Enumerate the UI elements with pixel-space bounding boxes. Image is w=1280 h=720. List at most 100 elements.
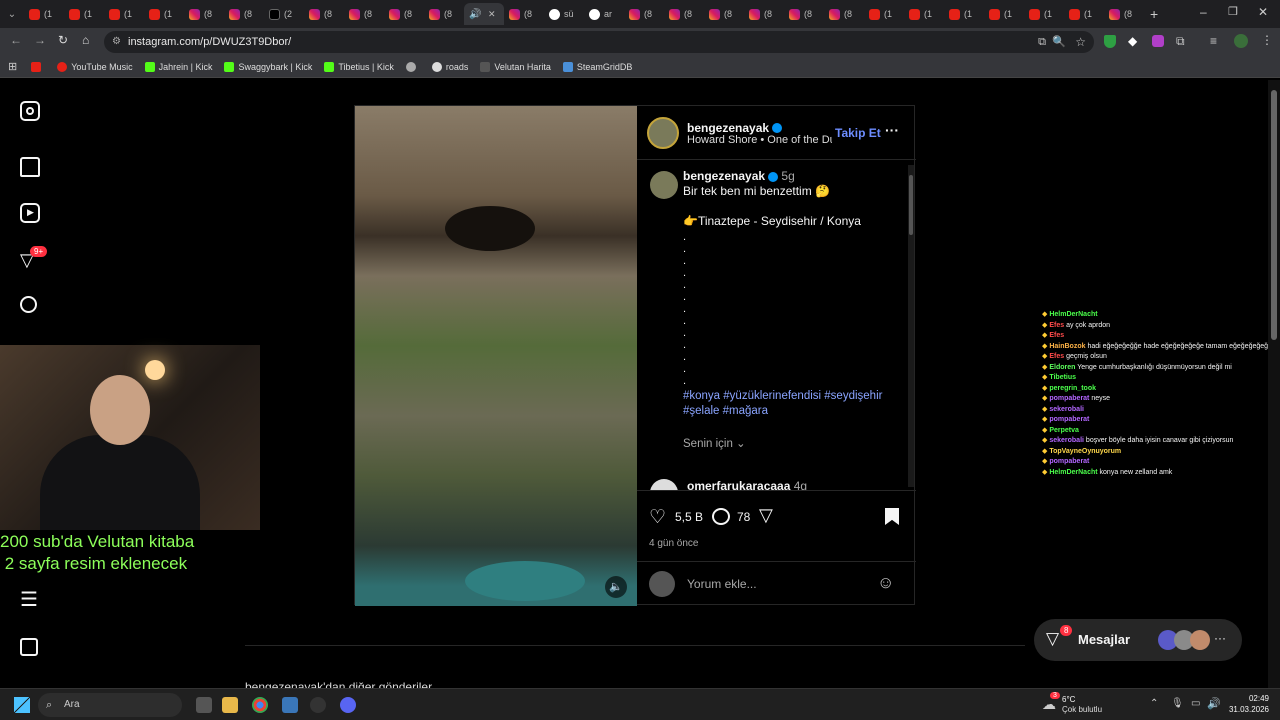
audio-attribution[interactable]: Howard Shore • One of the Dú... [687, 134, 832, 146]
file-explorer-icon[interactable] [222, 697, 238, 713]
browser-tab[interactable]: sü [544, 3, 584, 25]
browser-tab[interactable]: (1 [984, 3, 1024, 25]
mic-icon[interactable]: 🎙 [1171, 698, 1184, 709]
share-icon[interactable]: ▽ [759, 505, 773, 526]
volume-icon[interactable]: 🔊 [1207, 697, 1221, 710]
browser-tab[interactable]: (1 [864, 3, 904, 25]
bookmark-item[interactable]: YouTube Music [57, 61, 133, 72]
clock-time[interactable]: 02:49 [1221, 694, 1269, 703]
browser-tab[interactable]: (8 [344, 3, 384, 25]
bookmark-item[interactable]: Tibetius | Kick [324, 61, 394, 72]
browser-tab[interactable]: (1 [904, 3, 944, 25]
reels-icon[interactable]: ▶ [20, 203, 40, 223]
network-icon[interactable]: ▭ [1191, 698, 1200, 709]
chrome-icon[interactable] [252, 697, 268, 713]
browser-tab[interactable]: (8 [224, 3, 264, 25]
browser-tab[interactable]: (8 [784, 3, 824, 25]
browser-tab[interactable]: (8 [184, 3, 224, 25]
browser-tab[interactable]: (8 [624, 3, 664, 25]
extensions-icon[interactable]: ⧉ [1176, 34, 1185, 49]
bookmark-item[interactable]: Velutan Harita [480, 61, 551, 72]
discord-icon[interactable] [340, 697, 356, 713]
author-avatar[interactable] [647, 117, 679, 149]
page-scrollbar-thumb[interactable] [1271, 90, 1277, 340]
commenter-username[interactable]: omerfarukaracaaa [687, 479, 790, 490]
comment-input[interactable]: Yorum ekle... [687, 577, 757, 591]
extension-diamond-icon[interactable]: ◆ [1128, 34, 1137, 48]
browser-tab[interactable]: (1 [1064, 3, 1104, 25]
tab-search-icon[interactable]: ⌄ [0, 9, 24, 20]
close-tab-icon[interactable]: ✕ [488, 9, 496, 20]
for-you-toggle[interactable]: Senin için ⌄ [683, 437, 898, 452]
browser-tab[interactable]: (1 [64, 3, 104, 25]
more-menu-icon[interactable]: ☰ [20, 590, 40, 611]
like-count[interactable]: 5,5 B [675, 510, 703, 524]
extension-shield-icon[interactable] [1104, 35, 1116, 48]
tray-chevron-icon[interactable]: ⌃ [1150, 698, 1158, 709]
emoji-icon[interactable]: ☺ [877, 573, 894, 593]
app-icon-blue[interactable] [282, 697, 298, 713]
browser-tab[interactable]: (8 [424, 3, 464, 25]
also-from-meta-icon[interactable] [20, 638, 38, 656]
zoom-icon[interactable]: 🔍 [1052, 31, 1066, 53]
bookmark-item[interactable]: Jahrein | Kick [144, 61, 212, 72]
bookmark-item[interactable] [405, 61, 420, 72]
install-icon[interactable]: ⧉ [1038, 31, 1046, 53]
caption-hashtags[interactable]: #konya #yüzüklerinefendisi #seydişehir #… [683, 389, 898, 419]
address-bar[interactable]: ⚙ instagram.com/p/DWUZ3T9Dbor/ ⧉ 🔍 ☆ [104, 31, 1094, 53]
instagram-logo-icon[interactable] [20, 101, 40, 121]
start-button-icon[interactable] [14, 697, 30, 713]
browser-tab[interactable]: (8 [744, 3, 784, 25]
messages-pill[interactable]: ▽ 8 Mesajlar ··· [1034, 619, 1242, 661]
commenter-avatar[interactable] [650, 479, 678, 490]
forward-button[interactable]: → [34, 33, 46, 47]
mute-icon[interactable]: 🔈 [605, 576, 627, 598]
browser-tab[interactable]: (8 [664, 3, 704, 25]
browser-tab[interactable]: (8 [824, 3, 864, 25]
browser-tab[interactable]: (1 [944, 3, 984, 25]
browser-menu-icon[interactable]: ⋮ [1261, 33, 1273, 47]
comments-scrollbar[interactable] [908, 165, 914, 487]
post-time[interactable]: 4 gün önce [649, 538, 699, 549]
weather-widget[interactable]: ☁ 3 6°C Çok bulutlu [1040, 692, 1150, 718]
browser-tab[interactable]: (1 [144, 3, 184, 25]
caption-avatar[interactable] [650, 171, 678, 199]
browser-tab[interactable]: (8 [704, 3, 744, 25]
browser-tab[interactable]: (2 [264, 3, 304, 25]
bookmark-star-icon[interactable]: ☆ [1075, 31, 1086, 53]
reading-list-icon[interactable]: ≡ [1210, 34, 1217, 48]
comment-icon[interactable] [712, 508, 730, 525]
browser-tab[interactable]: 🔊 ✕ [464, 3, 504, 25]
search-icon[interactable] [20, 296, 37, 313]
like-icon[interactable]: ♡ [649, 506, 666, 529]
site-info-icon[interactable]: ⚙ [112, 31, 121, 53]
comment-count[interactable]: 78 [737, 510, 750, 524]
home-icon[interactable] [20, 157, 40, 177]
save-bookmark-icon[interactable] [885, 508, 899, 525]
browser-tab[interactable]: (1 [1024, 3, 1064, 25]
post-video[interactable]: 🔈 [355, 106, 637, 606]
browser-tab[interactable]: (8 [384, 3, 424, 25]
new-tab-button[interactable]: + [1150, 6, 1158, 22]
reload-button[interactable]: ↻ [58, 33, 68, 47]
taskbar-search[interactable]: ⌕ Ara [38, 693, 182, 717]
bookmark-item[interactable]: Swaggybark | Kick [224, 61, 312, 72]
browser-tab[interactable]: ar [584, 3, 624, 25]
bookmark-item[interactable]: roads [431, 61, 468, 72]
follow-button[interactable]: Takip Et [835, 126, 881, 140]
profile-avatar[interactable] [1234, 34, 1248, 48]
bookmark-item[interactable]: SteamGridDB [562, 61, 632, 72]
clock-date[interactable]: 31.03.2026 [1221, 705, 1269, 714]
task-view-icon[interactable] [196, 697, 212, 713]
close-window-button[interactable]: ✕ [1258, 5, 1268, 19]
browser-tab[interactable]: (8 [504, 3, 544, 25]
home-button[interactable]: ⌂ [82, 33, 89, 47]
author-username[interactable]: bengezenayak [687, 121, 769, 135]
browser-tab[interactable]: (1 [104, 3, 144, 25]
minimize-button[interactable]: – [1200, 5, 1207, 19]
browser-tab[interactable]: (1 [24, 3, 64, 25]
extension-purple-icon[interactable] [1152, 35, 1164, 47]
maximize-button[interactable]: ❐ [1228, 5, 1238, 18]
browser-tab[interactable]: (8 [304, 3, 344, 25]
bookmark-item[interactable] [31, 61, 45, 72]
